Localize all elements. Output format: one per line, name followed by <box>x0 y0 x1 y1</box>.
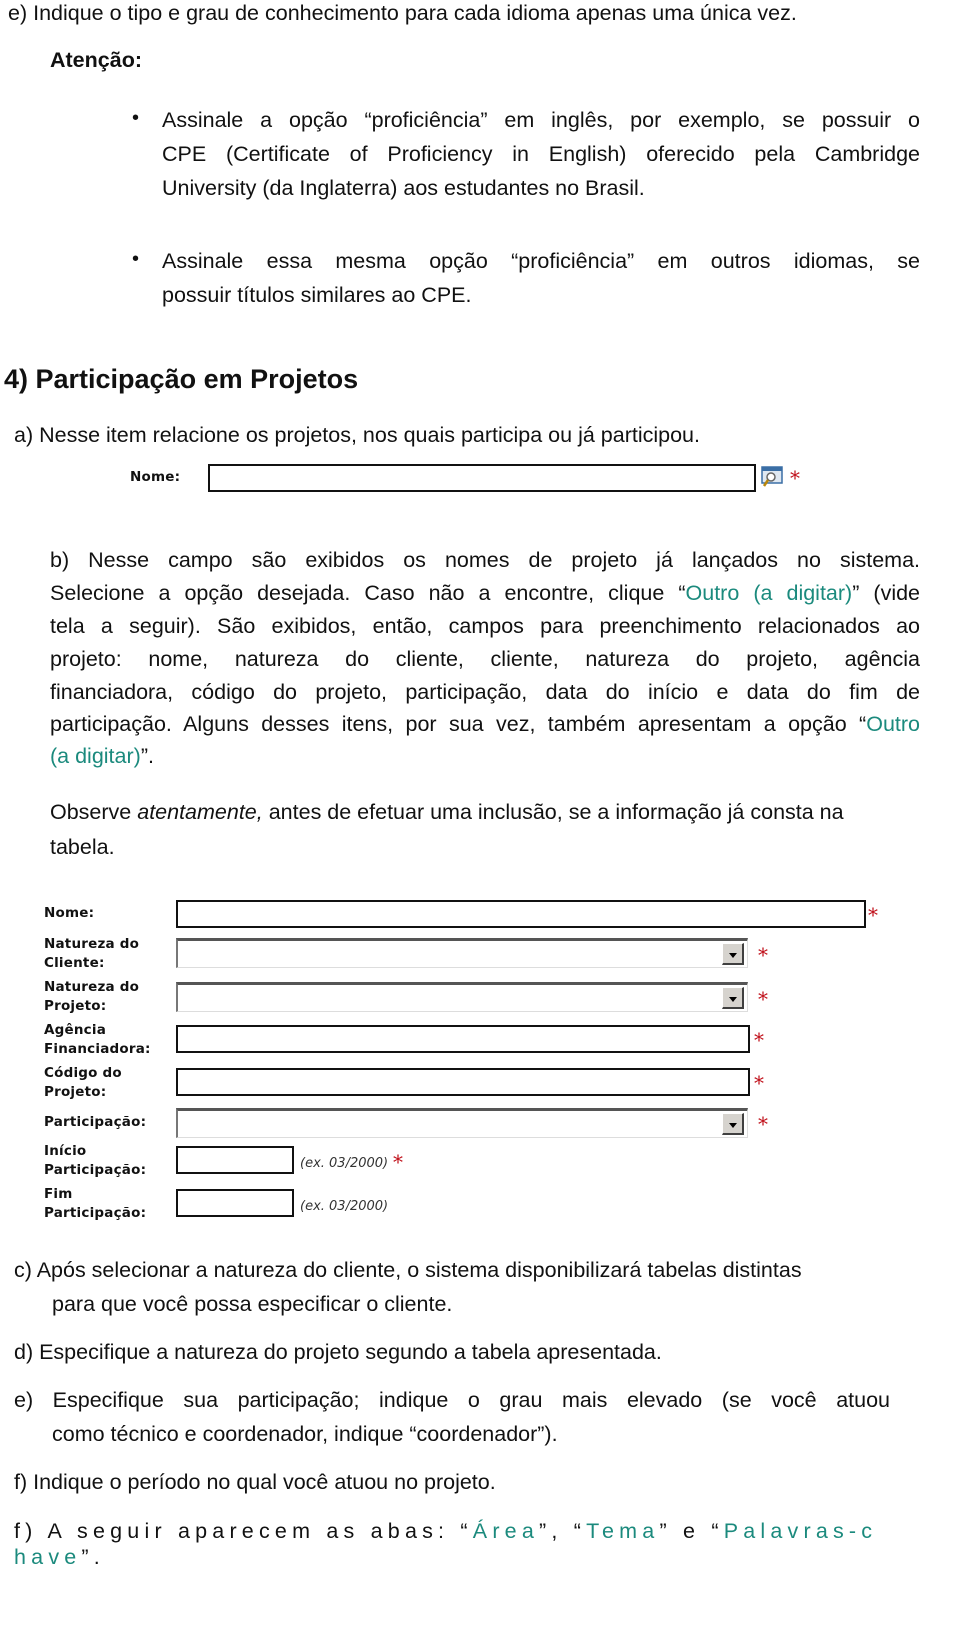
nome-input[interactable] <box>176 900 866 928</box>
item-e-language: e) Indique o tipo e grau de conhecimento… <box>8 1 797 25</box>
date-format-hint: (ex. 03/2000) <box>300 1199 389 1214</box>
tab-palavras-chave: Palavras-c <box>723 1519 878 1543</box>
form-label-agencia: Agência Financiadora: <box>44 1021 151 1059</box>
item-b-line-3: tela a seguir). São exibidos, então, cam… <box>50 614 920 638</box>
label-line: Natureza do <box>44 979 140 995</box>
label-line: Cliente: <box>44 955 105 971</box>
attention-label: Atenção: <box>50 48 142 72</box>
required-mark: * <box>758 987 768 1011</box>
agencia-financiadora-input[interactable] <box>176 1025 750 1053</box>
form-label-natureza-projeto: Natureza do Projeto: <box>44 978 139 1016</box>
required-mark: * <box>393 1150 403 1174</box>
text: ” e “ <box>659 1519 724 1543</box>
item-e-line-2: como técnico e coordenador, indique “coo… <box>52 1422 558 1446</box>
item-c-line-2: para que você possa especificar o client… <box>52 1292 453 1316</box>
text: ”. <box>81 1545 105 1569</box>
form-label-natureza-cliente: Natureza do Cliente: <box>44 935 139 973</box>
tab-palavras-chave-cont: have <box>14 1545 82 1569</box>
bullet-1-line-1: Assinale a opção “proficiência” em inglê… <box>162 108 920 132</box>
natureza-cliente-select[interactable] <box>176 938 748 968</box>
inicio-participacao-input[interactable] <box>176 1146 294 1174</box>
text: ”, “ <box>539 1519 587 1543</box>
item-b-line-5: financiadora, código do projeto, partici… <box>50 680 920 704</box>
bullet-icon: • <box>132 248 140 270</box>
item-c-line-1: c) Após selecionar a natureza do cliente… <box>14 1258 802 1282</box>
bullet-2-line-1: Assinale essa mesma opção “proficiência”… <box>162 249 920 273</box>
bullet-1-line-3: University (da Inglaterra) aos estudante… <box>162 176 645 200</box>
search-name-label: Nome: <box>130 469 181 485</box>
chevron-down-icon[interactable] <box>722 1113 744 1135</box>
item-d: d) Especifique a natureza do projeto seg… <box>14 1340 662 1364</box>
a-digitar-option: (a digitar) <box>50 744 141 768</box>
label-line: Código do <box>44 1065 122 1081</box>
outro-option: Outro <box>866 712 920 736</box>
label-line: Participação: <box>44 1205 147 1221</box>
label-line: Projeto: <box>44 1084 107 1100</box>
item-b-line-2: Selecione a opção desejada. Caso não a e… <box>50 576 920 610</box>
text: Selecione a opção desejada. Caso não a e… <box>50 581 686 605</box>
required-mark: * <box>790 466 800 490</box>
observe-note: Observe atentamente, antes de efetuar um… <box>50 795 920 829</box>
participacao-select[interactable] <box>176 1108 748 1138</box>
tab-area: Área <box>472 1519 539 1543</box>
item-b-line-7: (a digitar)”. <box>50 739 154 773</box>
label-line: Agência <box>44 1022 107 1038</box>
item-b-line-4: projeto: nome, natureza do cliente, clie… <box>50 647 920 671</box>
form-label-codigo: Código do Projeto: <box>44 1064 122 1102</box>
item-b-line-1: b) Nesse campo são exibidos os nomes de … <box>50 548 920 572</box>
text: antes de efetuar uma inclusão, se a info… <box>262 800 844 824</box>
item-b-line-6: participação. Alguns desses itens, por s… <box>50 707 920 741</box>
form-label-fim: Fim Participação: <box>44 1185 146 1223</box>
chevron-down-icon[interactable] <box>722 987 744 1009</box>
form-label-nome: Nome: <box>44 905 95 921</box>
required-mark: * <box>868 903 878 927</box>
label-line: Projeto: <box>44 998 107 1014</box>
required-mark: * <box>758 1112 768 1136</box>
tab-tema: Tema <box>586 1519 660 1543</box>
outro-a-digitar-option: Outro (a digitar) <box>685 581 853 605</box>
label-line: Fim <box>44 1186 73 1202</box>
item-e-line-1: e) Especifique sua participação; indique… <box>14 1388 890 1412</box>
label-line: Participação: <box>44 1162 147 1178</box>
text: participação. Alguns desses itens, por s… <box>50 712 867 736</box>
bullet-icon: • <box>132 107 140 129</box>
emphasis: atentamente, <box>137 800 263 824</box>
label-line: Financiadora: <box>44 1041 151 1057</box>
date-format-hint: (ex. 03/2000) <box>300 1156 389 1171</box>
item-f-tabs: f) A seguir aparecem as abas: “Área”, “T… <box>14 1514 934 1548</box>
codigo-projeto-input[interactable] <box>176 1068 750 1096</box>
observe-note-line-2: tabela. <box>50 835 115 859</box>
required-mark: * <box>754 1028 764 1052</box>
bullet-2-line-2: possuir títulos similares ao CPE. <box>162 283 472 307</box>
item-f-tabs-line-2: have”. <box>14 1540 105 1574</box>
text: ”. <box>140 744 154 768</box>
label-line: Natureza do <box>44 936 140 952</box>
form-label-inicio: Início Participação: <box>44 1142 146 1180</box>
bullet-1-line-2: CPE (Certificate of Proficiency in Engli… <box>162 142 920 166</box>
chevron-down-icon[interactable] <box>722 943 744 965</box>
natureza-projeto-select[interactable] <box>176 982 748 1012</box>
section-title: 4) Participação em Projetos <box>4 364 359 394</box>
search-name-input[interactable] <box>208 464 756 492</box>
required-mark: * <box>754 1071 764 1095</box>
item-f: f) Indique o período no qual você atuou … <box>14 1470 496 1494</box>
item-a: a) Nesse item relacione os projetos, nos… <box>14 423 700 447</box>
fim-participacao-input[interactable] <box>176 1189 294 1217</box>
required-mark: * <box>758 943 768 967</box>
text: Observe <box>50 800 138 824</box>
text: ” (vide <box>852 581 921 605</box>
lookup-icon[interactable] <box>760 465 784 489</box>
form-label-participacao: Participação: <box>44 1114 147 1130</box>
label-line: Início <box>44 1143 87 1159</box>
